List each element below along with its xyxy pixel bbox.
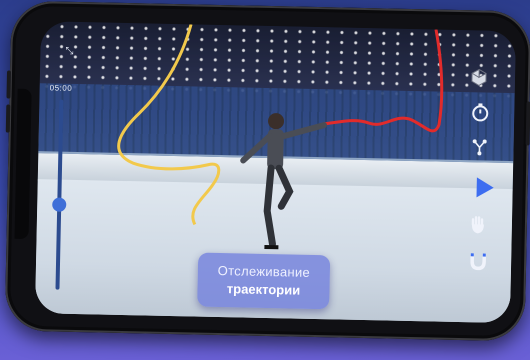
phone-frame: ⤡ 05:00 Отслеживание траектории — [4, 0, 530, 342]
collapse-icon[interactable]: ⤡ — [65, 46, 73, 57]
mode-label-line1: Отслеживание — [217, 262, 311, 280]
volume-button — [5, 104, 11, 133]
trajectory-tracking-label[interactable]: Отслеживание траектории — [197, 252, 331, 310]
skater-figure — [240, 113, 327, 250]
power-button — [525, 101, 530, 146]
phone-notch — [14, 88, 32, 239]
hand-icon[interactable] — [470, 214, 487, 239]
trajectory-right — [321, 29, 444, 133]
timer-icon[interactable] — [471, 102, 490, 127]
trajectory-nodes-icon[interactable] — [471, 138, 487, 161]
cube-camera-icon[interactable] — [470, 68, 488, 91]
play-icon[interactable] — [474, 176, 495, 203]
mode-label-line2: траектории — [226, 281, 301, 298]
volume-button — [6, 70, 12, 99]
magnet-icon[interactable] — [470, 252, 487, 275]
trajectory-left — [117, 23, 221, 226]
app-screen: ⤡ 05:00 Отслеживание траектории — [34, 21, 516, 324]
timeline-knob[interactable] — [52, 196, 67, 212]
time-display: 05:00 — [49, 83, 73, 93]
